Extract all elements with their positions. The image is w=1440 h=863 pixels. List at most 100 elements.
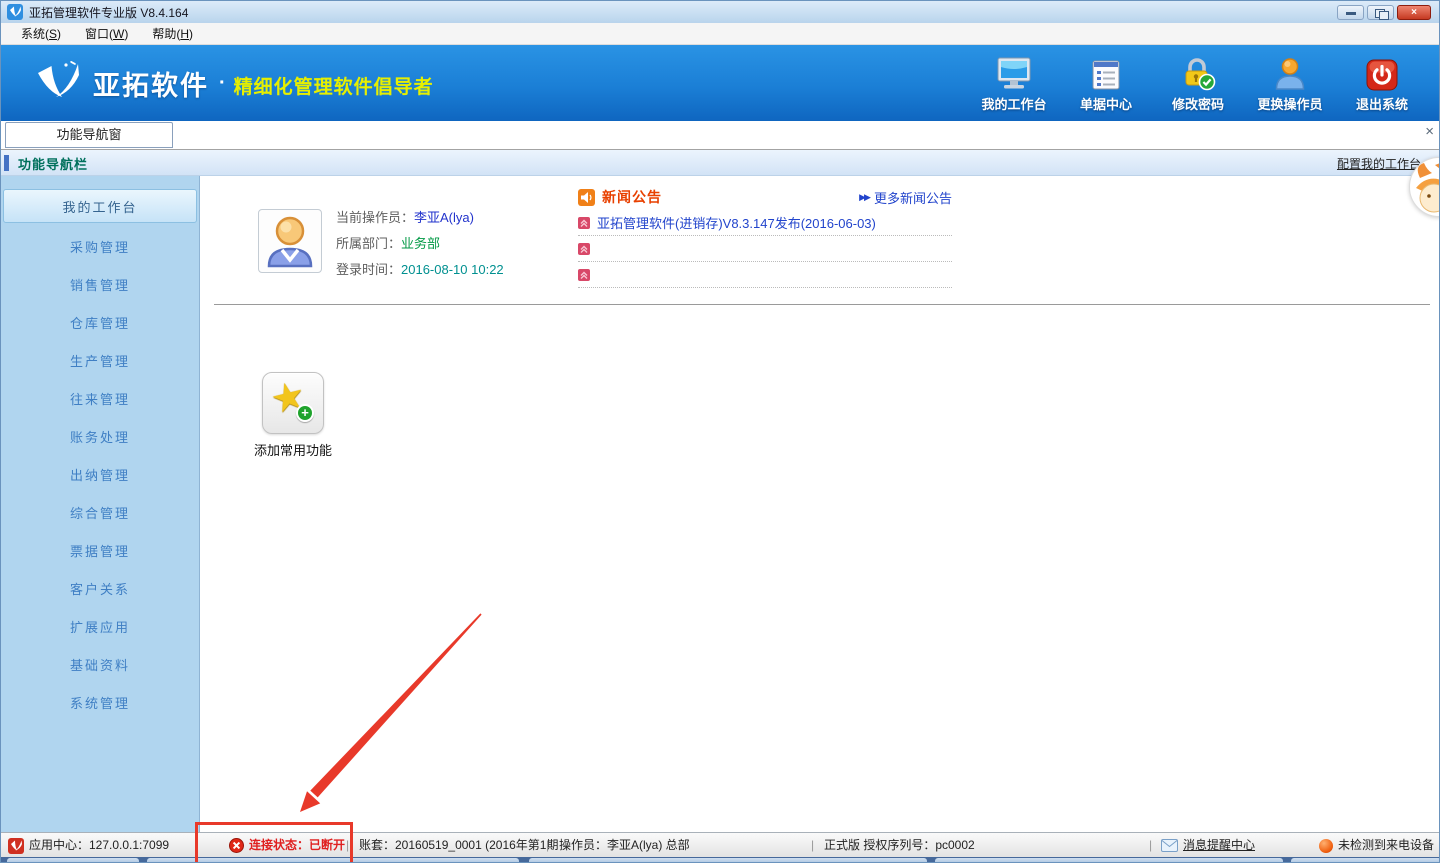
news-panel: 新闻公告 ▶▶ 更多新闻公告 亚拓管理软件(进销存)V8.3.147发布(201… [578, 184, 952, 288]
separator: | [346, 838, 350, 852]
news-item [578, 236, 952, 262]
operator-info: 当前操作员：李亚A(lya) 所属部门：业务部 登录时间：2016-08-10 … [336, 205, 504, 283]
app-center-status: 应用中心：127.0.0.1:7099 [29, 838, 170, 852]
sidebar-item-comprehensive[interactable]: 综合管理 [1, 493, 199, 531]
operator-avatar [258, 209, 322, 273]
brand-logo-icon [35, 60, 81, 106]
close-button[interactable]: × [1397, 4, 1431, 20]
double-arrow-icon: ▶▶ [859, 192, 871, 202]
tool-switch-operator[interactable]: 更换操作员 [1249, 53, 1331, 113]
header-toolbar: 我的工作台 单据中心 修改密码 更换操作员 退出系统 [973, 53, 1439, 113]
title-bar: 亚拓管理软件专业版 V8.4.164 × [1, 1, 1439, 23]
exit-power-icon [1366, 53, 1398, 91]
sidebar-item-warehouse[interactable]: 仓库管理 [1, 303, 199, 341]
sidebar-item-production[interactable]: 生产管理 [1, 341, 199, 379]
avatar-icon [267, 216, 313, 268]
sidebar-item-crm[interactable]: 客户关系 [1, 569, 199, 607]
tool-change-password[interactable]: 修改密码 [1157, 53, 1239, 113]
workbench-monitor-icon [996, 53, 1032, 91]
section-divider [214, 304, 1430, 305]
tab-function-nav[interactable]: 功能导航窗 [5, 122, 173, 148]
envelope-icon [1161, 839, 1178, 855]
change-password-lock-icon [1180, 53, 1216, 91]
separator: | [546, 838, 550, 852]
sidebar-item-cashier[interactable]: 出纳管理 [1, 455, 199, 493]
menu-system[interactable]: 系统(S) [11, 23, 71, 44]
separator: | [1149, 838, 1153, 852]
brand-separator: · [219, 71, 226, 94]
department-row: 所属部门：业务部 [336, 236, 441, 251]
more-news-link[interactable]: ▶▶ 更多新闻公告 [859, 188, 952, 207]
license-status: 正式版 授权序列号：pc0002 [824, 838, 975, 852]
news-bullet-icon [578, 268, 590, 281]
window-controls: × [1337, 4, 1439, 20]
add-shortcut-button[interactable]: ★ + [262, 372, 324, 434]
connection-status: 连接状态：已断开 [249, 838, 346, 852]
taskbar-segment[interactable] [935, 858, 1283, 862]
switch-operator-icon [1274, 53, 1306, 91]
device-status: 未检测到来电设备 [1338, 838, 1435, 852]
operator-status: 操作员：李亚A(lya) 总部 [559, 838, 690, 852]
plus-badge-icon: + [296, 404, 314, 422]
tool-document-center[interactable]: 单据中心 [1065, 53, 1147, 113]
menu-bar: 系统(S) 窗口(W) 帮助(H) [1, 23, 1439, 45]
message-center-link[interactable]: 消息提醒中心 [1183, 833, 1255, 858]
tab-strip: 功能导航窗 × [1, 121, 1439, 149]
menu-window[interactable]: 窗口(W) [75, 23, 138, 44]
taskbar-segment[interactable] [147, 858, 519, 862]
nav-bar-title: 功能导航栏 [18, 157, 89, 172]
sidebar-item-accounting[interactable]: 账务处理 [1, 417, 199, 455]
status-bar: 应用中心：127.0.0.1:7099 连接状态：已断开 | 账套：201605… [1, 832, 1439, 857]
add-shortcut-label: 添加常用功能 [253, 443, 332, 458]
minimize-button[interactable] [1337, 4, 1364, 20]
taskbar-sliver [1, 857, 1439, 862]
device-status-icon [1319, 839, 1333, 853]
news-header: 新闻公告 ▶▶ 更多新闻公告 [578, 184, 952, 210]
brand: 亚拓软件 · 精细化管理软件倡导者 [35, 60, 434, 106]
configure-workbench-link[interactable]: 配置我的工作台 [1337, 155, 1421, 172]
news-link[interactable]: 亚拓管理软件(进销存)V8.3.147发布(2016-06-03) [597, 213, 876, 232]
document-center-icon [1090, 53, 1122, 91]
menu-help[interactable]: 帮助(H) [142, 23, 203, 44]
sidebar-item-system[interactable]: 系统管理 [1, 683, 199, 721]
sidebar-item-extensions[interactable]: 扩展应用 [1, 607, 199, 645]
news-item [578, 262, 952, 288]
accent-bar [4, 155, 9, 171]
separator: | [811, 838, 815, 852]
sidebar-item-purchase[interactable]: 采购管理 [1, 227, 199, 265]
disconnected-icon [229, 838, 244, 856]
sidebar: 我的工作台 采购管理 销售管理 仓库管理 生产管理 往来管理 账务处理 出纳管理… [1, 176, 200, 832]
account-set-status: 账套：20160519_0001 (2016年第1期 [359, 838, 559, 852]
brand-name: 亚拓软件 [93, 70, 209, 101]
tool-my-workbench[interactable]: 我的工作台 [973, 53, 1055, 113]
sidebar-item-bills[interactable]: 票据管理 [1, 531, 199, 569]
sidebar-item-my-workbench[interactable]: 我的工作台 [3, 189, 197, 223]
speaker-icon [578, 188, 595, 206]
sidebar-item-sales[interactable]: 销售管理 [1, 265, 199, 303]
operator-name: 李亚A(lya) [414, 210, 474, 225]
news-title: 新闻公告 [602, 189, 662, 205]
brand-tagline: 精细化管理软件倡导者 [233, 76, 434, 98]
taskbar-segment[interactable] [7, 858, 139, 862]
taskbar-segment[interactable] [1291, 858, 1439, 862]
function-nav-bar: 功能导航栏 配置我的工作台 [1, 149, 1439, 176]
app-logo-icon [7, 4, 23, 20]
brand-header: 亚拓软件 · 精细化管理软件倡导者 我的工作台 单据中心 修改密码 更换操作员 … [1, 45, 1439, 121]
application-window: 亚拓管理软件专业版 V8.4.164 × 系统(S) 窗口(W) 帮助(H) 亚… [0, 0, 1440, 863]
login-time-row: 登录时间：2016-08-10 10:22 [336, 262, 504, 277]
main-area: 我的工作台 采购管理 销售管理 仓库管理 生产管理 往来管理 账务处理 出纳管理… [1, 176, 1439, 832]
restore-button[interactable] [1367, 4, 1394, 20]
sidebar-item-contacts[interactable]: 往来管理 [1, 379, 199, 417]
operator-row: 当前操作员：李亚A(lya) [336, 210, 474, 225]
taskbar-segment[interactable] [529, 858, 927, 862]
tool-exit-system[interactable]: 退出系统 [1341, 53, 1423, 113]
sidebar-item-base-data[interactable]: 基础资料 [1, 645, 199, 683]
news-item: 亚拓管理软件(进销存)V8.3.147发布(2016-06-03) [578, 210, 952, 236]
tab-close-icon[interactable]: × [1425, 122, 1434, 142]
workspace-content: 当前操作员：李亚A(lya) 所属部门：业务部 登录时间：2016-08-10 … [200, 176, 1439, 832]
department-name: 业务部 [401, 236, 441, 251]
app-center-logo-icon [8, 838, 24, 857]
window-title: 亚拓管理软件专业版 V8.4.164 [29, 5, 189, 20]
news-bullet-icon [578, 242, 590, 255]
login-time: 2016-08-10 10:22 [401, 262, 504, 277]
